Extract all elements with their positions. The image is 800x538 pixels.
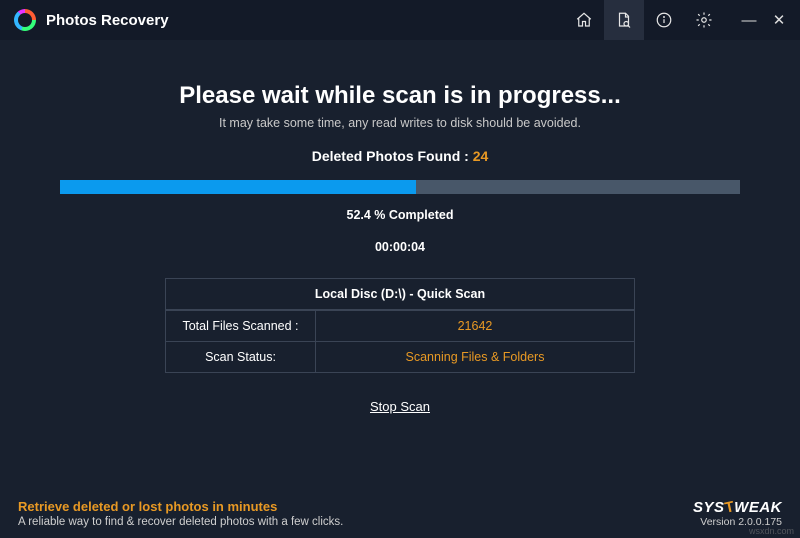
tagline: Retrieve deleted or lost photos in minut… bbox=[18, 499, 343, 514]
elapsed-time: 00:00:04 bbox=[0, 240, 800, 254]
brand-logo: SYSTWEAK bbox=[693, 499, 782, 516]
progress-bar bbox=[60, 180, 740, 194]
info-icon bbox=[655, 11, 673, 29]
footer-right: SYSTWEAK Version 2.0.0.175 bbox=[693, 499, 782, 528]
settings-button[interactable] bbox=[684, 0, 724, 40]
document-search-icon bbox=[615, 11, 633, 29]
stop-scan-link[interactable]: Stop Scan bbox=[370, 399, 430, 414]
home-icon bbox=[575, 11, 593, 29]
row-key: Total Files Scanned : bbox=[166, 311, 316, 341]
window-controls: — ✕ bbox=[734, 0, 794, 40]
titlebar: Photos Recovery — ✕ bbox=[0, 0, 800, 40]
row-value: Scanning Files & Folders bbox=[316, 342, 634, 372]
found-count: 24 bbox=[473, 148, 489, 164]
about-button[interactable] bbox=[644, 0, 684, 40]
tagline-desc: A reliable way to find & recover deleted… bbox=[18, 516, 343, 528]
watermark: wsxdn.com bbox=[749, 526, 794, 536]
app-title: Photos Recovery bbox=[46, 12, 169, 29]
nav-bar bbox=[564, 0, 724, 40]
scan-button[interactable] bbox=[604, 0, 644, 40]
progress-text: 52.4 % Completed bbox=[0, 208, 800, 222]
footer-left: Retrieve deleted or lost photos in minut… bbox=[18, 499, 343, 528]
scan-info-header: Local Disc (D:\) - Quick Scan bbox=[166, 279, 634, 310]
gear-icon bbox=[695, 11, 713, 29]
row-key: Scan Status: bbox=[166, 342, 316, 372]
page-subheading: It may take some time, any read writes t… bbox=[0, 116, 800, 130]
close-button[interactable]: ✕ bbox=[764, 0, 794, 40]
minimize-button[interactable]: — bbox=[734, 0, 764, 40]
scan-info-table: Local Disc (D:\) - Quick Scan Total File… bbox=[165, 278, 635, 373]
row-value: 21642 bbox=[316, 311, 634, 341]
page-heading: Please wait while scan is in progress... bbox=[0, 82, 800, 110]
table-row: Scan Status: Scanning Files & Folders bbox=[166, 341, 634, 372]
app-logo-icon bbox=[14, 9, 36, 31]
found-line: Deleted Photos Found : 24 bbox=[0, 148, 800, 164]
found-label: Deleted Photos Found : bbox=[312, 148, 473, 164]
table-row: Total Files Scanned : 21642 bbox=[166, 310, 634, 341]
home-button[interactable] bbox=[564, 0, 604, 40]
footer: Retrieve deleted or lost photos in minut… bbox=[0, 499, 800, 538]
main-content: Please wait while scan is in progress...… bbox=[0, 40, 800, 416]
progress-fill bbox=[60, 180, 416, 194]
